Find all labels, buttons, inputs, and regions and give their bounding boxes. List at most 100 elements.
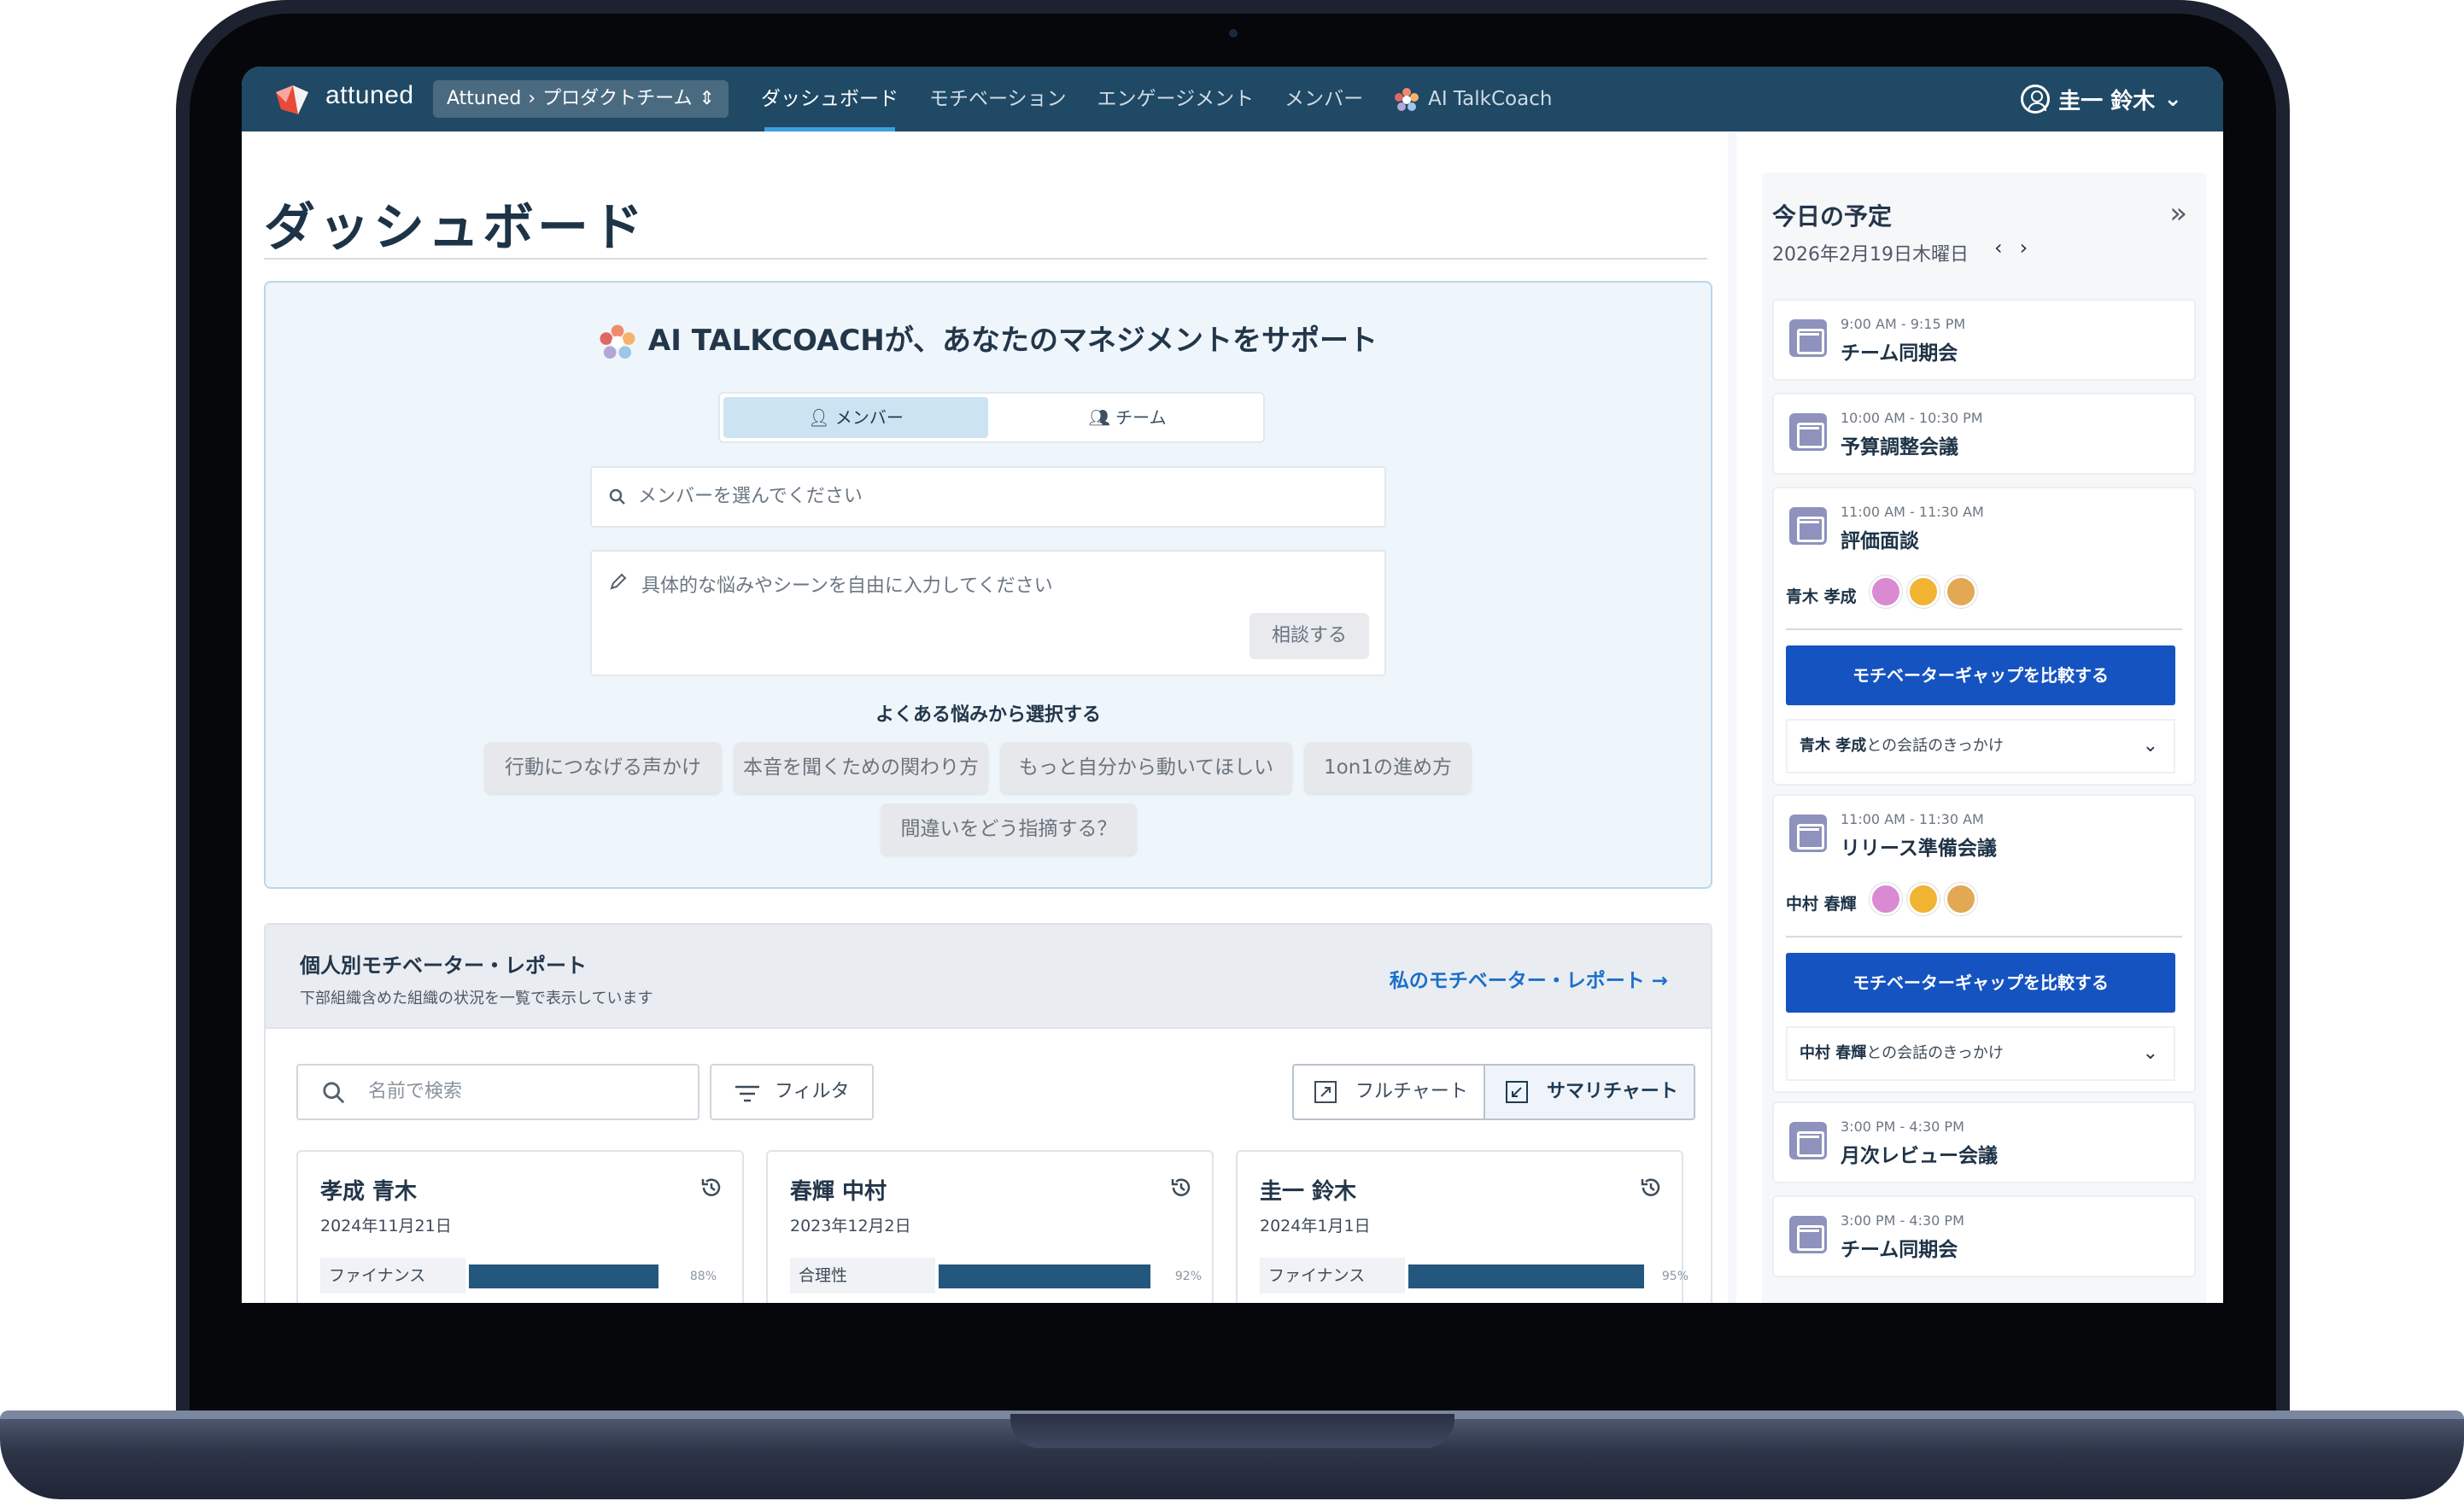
card-bar-fill (1408, 1264, 1644, 1288)
title-divider (264, 258, 1707, 260)
event-time: 9:00 AM - 9:15 PM (1841, 316, 1966, 332)
money-bag-icon (1945, 883, 1977, 915)
card-bar-percent: 88% (689, 1270, 717, 1283)
nav-members[interactable]: メンバー (1269, 67, 1378, 131)
breadcrumb-separator: › (528, 88, 536, 109)
calendar-icon (1789, 1216, 1827, 1253)
event-time: 10:00 AM - 10:30 PM (1841, 410, 1983, 426)
history-icon[interactable] (1639, 1176, 1663, 1200)
org-team-selector[interactable]: Attuned › プロダクトチーム ⇕ (433, 80, 729, 118)
my-report-link[interactable]: 私のモチベーター・レポート → (1390, 964, 1668, 993)
page-title: ダッシュボード (264, 198, 647, 258)
toggle-member[interactable]: 👤︎ メンバー (723, 397, 988, 438)
collapse-icon (1506, 1081, 1528, 1103)
name-search-placeholder: 名前で検索 (368, 1081, 463, 1102)
member-motivator-card[interactable]: 孝成 青木 2024年11月21日 ファイナンス 88% (296, 1150, 744, 1303)
full-chart-option[interactable]: フルチャート (1294, 1066, 1485, 1118)
card-motivator-label: ファイナンス (1260, 1258, 1405, 1294)
compare-motivator-gap-button[interactable]: モチベーターギャップを比較する (1786, 953, 2175, 1013)
shield-icon (1907, 883, 1940, 915)
schedule-panel: 今日の予定 » 2026年2月19日木曜日 ‹› 9:00 AM - 9:15 … (1762, 172, 2206, 1303)
concern-chip[interactable]: 1on1の進め方 (1304, 742, 1472, 793)
event-title: 評価面談 (1841, 530, 1919, 552)
screen: attuned Attuned › プロダクトチーム ⇕ ダッシュボード モチベ… (242, 67, 2223, 1303)
schedule-event[interactable]: 9:00 AM - 9:15 PM チーム同期会 (1772, 299, 2196, 381)
conversation-hook-dropdown[interactable]: 中村 春輝との会話のきっかけ ⌄ (1786, 1026, 2175, 1081)
motivator-badges (1870, 883, 1977, 915)
toggle-team[interactable]: 👥︎ チーム (995, 397, 1260, 438)
member-motivator-card[interactable]: 春輝 中村 2023年12月2日 合理性 92% (766, 1150, 1214, 1303)
logo-text[interactable]: attuned (325, 81, 414, 110)
consult-button[interactable]: 相談する (1250, 613, 1369, 659)
calendar-icon (1789, 319, 1827, 357)
camera (1229, 29, 1238, 38)
selector-caret-icon: ⇕ (699, 88, 715, 109)
schedule-event[interactable]: 3:00 PM - 4:30 PM 月次レビュー会議 (1772, 1101, 2196, 1183)
member-team-toggle: 👤︎ メンバー 👥︎ チーム (718, 392, 1265, 443)
member-select-placeholder: メンバーを選んでください (638, 486, 863, 507)
event-time: 11:00 AM - 11:30 AM (1841, 811, 1984, 827)
nav-motivation[interactable]: モチベーション (914, 67, 1082, 131)
event-title: 予算調整会議 (1841, 436, 1958, 458)
talkcoach-icon (600, 324, 635, 359)
concern-chip[interactable]: 間違いをどう指摘する？ (881, 803, 1137, 855)
calendar-icon (1789, 815, 1827, 852)
nav-ai-talkcoach-label: AI TalkCoach (1428, 88, 1553, 110)
schedule-event-expanded[interactable]: 11:00 AM - 11:30 AM リリース準備会議 中村 春輝 モチベータ… (1772, 794, 2196, 1093)
top-navigation-bar: attuned Attuned › プロダクトチーム ⇕ ダッシュボード モチベ… (242, 67, 2223, 131)
calendar-icon (1789, 507, 1827, 545)
user-name: 圭一 鈴木 (2058, 88, 2156, 114)
card-date: 2024年11月21日 (320, 1217, 452, 1235)
name-search-input[interactable]: 名前で検索 (296, 1064, 699, 1120)
card-date: 2024年1月1日 (1260, 1217, 1371, 1235)
chart-view-toggle: フルチャート サマリチャート (1292, 1064, 1695, 1120)
conversation-hook-dropdown[interactable]: 青木 孝成との会話のきっかけ ⌄ (1786, 719, 2175, 774)
compare-motivator-gap-button[interactable]: モチベーターギャップを比較する (1786, 645, 2175, 705)
nav-dashboard[interactable]: ダッシュボード (746, 67, 914, 131)
lightbulb-icon (1870, 883, 1902, 915)
history-icon[interactable] (699, 1176, 723, 1200)
motivator-report-panel: 個人別モチベーター・レポート 下部組織含めた組織の状況を一覧で表示しています 私… (264, 923, 1712, 1303)
concern-chip[interactable]: もっと自分から動いてほしい (1000, 742, 1292, 793)
schedule-event[interactable]: 3:00 PM - 4:30 PM チーム同期会 (1772, 1195, 2196, 1277)
card-motivator-label: 合理性 (790, 1258, 935, 1294)
toggle-team-label: チーム (1115, 407, 1167, 428)
nav-engagement[interactable]: エンゲージメント (1082, 67, 1270, 131)
card-bar-fill (939, 1264, 1151, 1288)
history-icon[interactable] (1169, 1176, 1193, 1200)
concern-chip[interactable]: 本音を聞くための関わり方 (734, 742, 988, 793)
next-day-button[interactable]: › (2020, 236, 2046, 260)
main-content: ダッシュボード AI TALKCOACHが、あなたのマネジメントをサポート 👤︎… (242, 131, 1728, 1303)
card-motivator-bar: 88% (469, 1264, 717, 1288)
hook-name: 青木 孝成 (1800, 737, 1867, 755)
team-icon: 👥︎ (1088, 407, 1116, 428)
breadcrumb-team: プロダクトチーム (542, 88, 693, 109)
card-bar-percent: 95% (1661, 1270, 1689, 1283)
event-divider (1786, 936, 2182, 937)
filter-icon (735, 1085, 759, 1102)
card-member-name: 孝成 青木 (320, 1179, 418, 1205)
user-menu[interactable]: 圭一 鈴木 ⌄ (2021, 84, 2182, 114)
search-icon (323, 1082, 345, 1104)
summary-chart-option[interactable]: サマリチャート (1485, 1066, 1694, 1118)
concern-textarea[interactable]: 具体的な悩みやシーンを自由に入力してください 相談する (590, 550, 1386, 676)
prev-day-button[interactable]: ‹ (1994, 236, 2020, 260)
card-member-name: 圭一 鈴木 (1260, 1179, 1357, 1205)
motivator-badges (1870, 575, 1977, 608)
concern-chip[interactable]: 行動につなげる声かけ (484, 742, 722, 793)
chevron-down-icon: ⌄ (2142, 735, 2158, 756)
member-motivator-card[interactable]: 圭一 鈴木 2024年1月1日 ファイナンス 95% (1236, 1150, 1689, 1303)
ai-talkcoach-panel: AI TALKCOACHが、あなたのマネジメントをサポート 👤︎ メンバー 👥︎… (264, 281, 1712, 889)
event-attendee: 中村 春輝 (1786, 895, 1857, 914)
double-chevron-right-icon[interactable]: » (2169, 196, 2187, 231)
nav-ai-talkcoach[interactable]: AI TalkCoach (1378, 67, 1567, 131)
filter-button[interactable]: フィルタ (710, 1064, 874, 1120)
schedule-event[interactable]: 10:00 AM - 10:30 PM 予算調整会議 (1772, 393, 2196, 475)
schedule-sidebar: 今日の予定 » 2026年2月19日木曜日 ‹› 9:00 AM - 9:15 … (1736, 131, 2223, 1303)
schedule-date: 2026年2月19日木曜日 (1772, 244, 1969, 266)
card-motivator-label: ファイナンス (320, 1258, 465, 1294)
schedule-event-expanded[interactable]: 11:00 AM - 11:30 AM 評価面談 青木 孝成 モチベーターギャッ… (1772, 487, 2196, 786)
event-time: 3:00 PM - 4:30 PM (1841, 1118, 1964, 1135)
card-bar-fill (469, 1264, 658, 1288)
member-select-input[interactable]: メンバーを選んでください (590, 466, 1386, 528)
